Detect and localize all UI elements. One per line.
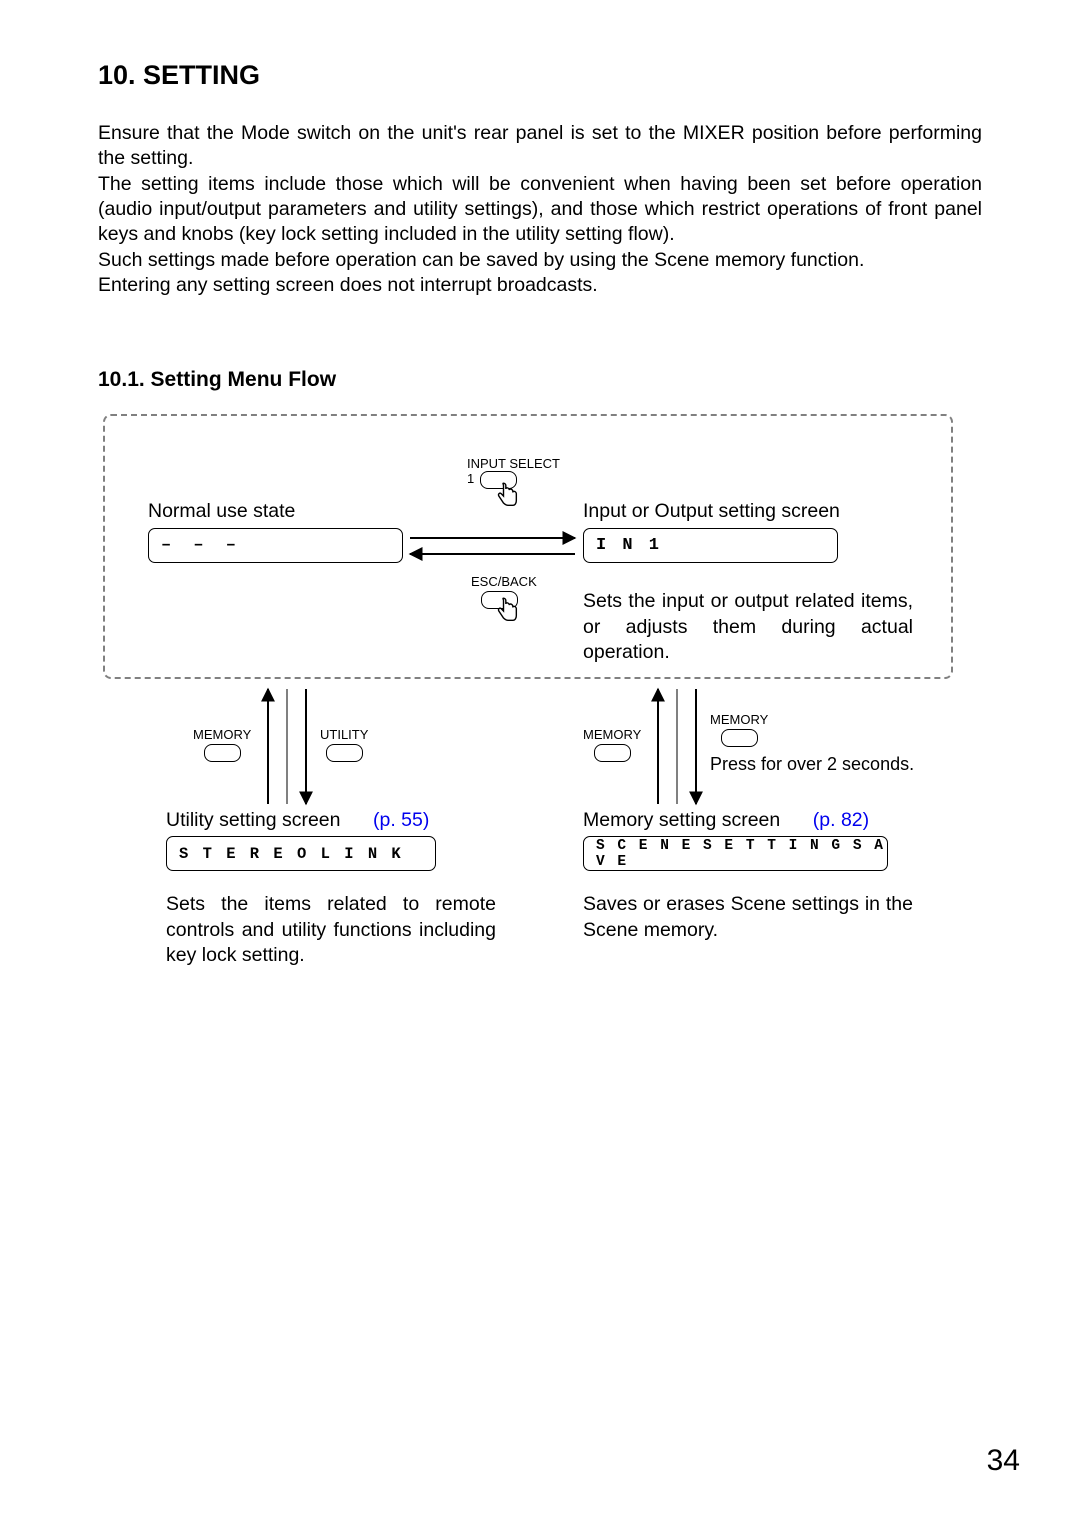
page-number: 34 [987,1444,1020,1478]
press-hold-note: Press for over 2 seconds. [710,754,914,775]
intro-paragraph-3: Such settings made before operation can … [98,248,982,273]
intro-paragraph-1: Ensure that the Mode switch on the unit'… [98,121,982,172]
utility-button-label: UTILITY [320,727,368,742]
memory-button-label: MEMORY [193,727,251,742]
flow-diagram: Normal use state – – – INPUT SELECT 1 ES… [93,414,968,954]
hand-cursor-icon [493,482,521,510]
section-heading: 10. SETTING [98,60,982,91]
normal-state-lcd: – – – [148,528,403,563]
subsection-heading: 10.1. Setting Menu Flow [98,368,982,392]
utility-button: UTILITY [320,727,368,762]
memory-page-link[interactable]: (p. 82) [813,809,869,831]
memory-button-left: MEMORY [193,727,251,762]
intro-text: Ensure that the Mode switch on the unit'… [98,121,982,298]
io-screen-lcd: I N 1 [583,528,838,563]
utility-screen-description: Sets the items related to remote control… [166,892,496,968]
document-page: 10. SETTING Ensure that the Mode switch … [0,0,1080,1528]
memory-screen-description: Saves or erases Scene settings in the Sc… [583,892,913,943]
intro-paragraph-4: Entering any setting screen does not int… [98,273,982,298]
memory-button-right-2: MEMORY [710,712,768,747]
normal-state-label: Normal use state [148,500,295,523]
io-screen-description: Sets the input or output related items, … [583,589,913,665]
utility-screen-title: Utility setting screen [166,809,340,831]
memory-screen-title: Memory setting screen [583,809,780,831]
hand-cursor-icon [493,597,521,625]
utility-screen-lcd: S T E R E O L I N K [166,836,436,871]
memory-button-right-1: MEMORY [583,727,641,762]
intro-paragraph-2: The setting items include those which wi… [98,172,982,248]
io-screen-label: Input or Output setting screen [583,500,840,523]
memory-button-label: MEMORY [583,727,641,742]
memory-screen-lcd: S C E N E S E T T I N G S A V E [583,836,888,871]
utility-page-link[interactable]: (p. 55) [373,809,429,831]
memory-screen-label: Memory setting screen (p. 82) [583,809,869,832]
utility-screen-label: Utility setting screen (p. 55) [166,809,429,832]
memory-button-label: MEMORY [710,712,768,727]
input-select-number: 1 [467,471,474,486]
esc-back-label: ESC/BACK [471,574,537,589]
